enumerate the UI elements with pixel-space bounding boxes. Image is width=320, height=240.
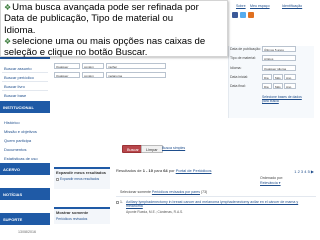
callout-line-2: Data de publicação, Tipo de material ou [4,13,174,25]
twitter-icon[interactable] [240,12,246,18]
sidebar-item-buscar-assunto[interactable]: Buscar assunto [4,66,32,71]
end-year-input[interactable]: Ano [284,83,296,89]
sidebar-item-documentos[interactable]: Documentos [4,147,26,152]
pagination[interactable]: 1 2 3 4 5 ▶ [294,169,314,174]
expand-results-option-label: Expandir meus resultados [60,177,100,181]
divider [2,81,48,82]
results-source-link[interactable]: Portal de Periódicos [176,168,212,173]
callout-line-3: Idioma. [4,24,36,36]
search-term-input-1[interactable]: mulher [106,63,166,69]
sidebar-item-historico[interactable]: Histórico [4,120,20,125]
nav-link-sobre[interactable]: Sobre [236,4,246,8]
sidebar-item-buscar-livro[interactable]: Buscar livro [4,84,25,89]
peer-reviewed-filter-link[interactable]: Periódicos revisados [54,216,110,222]
sidebar-item-estatisticas[interactable]: Estatísticas de uso [4,156,38,161]
start-day-select[interactable]: Dia [262,74,272,80]
checkbox[interactable] [116,200,119,204]
results-count: 64 [163,168,168,173]
select-databases-link[interactable]: Selecione bases de dados para busca [262,95,306,104]
language-select[interactable]: Qualquer idioma [262,65,296,71]
end-month-select[interactable]: Mês [273,83,283,89]
rss-icon[interactable] [248,12,254,18]
results-summary: Resultados de 1 - 10 para 64 por Portal … [116,168,211,173]
search-operator-select-1[interactable]: contém [82,63,104,69]
results-mid: para [154,168,163,173]
slide-date: 13/08/2016 [18,230,36,234]
start-month-select[interactable]: Mês [273,74,283,80]
start-year-input[interactable]: Ano [284,74,296,80]
result-row: 1. Axillary lymphadenectomy in breast ca… [116,196,316,224]
sidebar-heading-institucional: INSTITUCIONAL [0,101,50,113]
material-type-label: Tipo de material: [230,56,256,60]
clear-button[interactable]: Limpar [141,145,163,153]
result-title-link[interactable]: Axillary lymphadenectomy in breast cance… [126,200,311,209]
language-label: Idioma: [230,66,242,70]
show-only-title: Mostrar somente [56,210,89,215]
end-date-label: Data final: [230,84,246,88]
result-authors: Aponte Rueda, M.E.; Cárdenas, R.A.S. [126,210,184,214]
select-peer-reviewed: Selecionar somente Periódicos revisados … [120,190,207,194]
bullet-icon: ❖ [4,3,12,12]
callout-line-1: Uma busca avançada pode ser refinada por [12,2,199,13]
callout-line-5: seleção e clique no botão Buscar. [4,47,148,59]
results-prefix: Resultados de [116,168,142,173]
sidebar-item-missao[interactable]: Missão e objetivos [4,129,37,134]
select-only-label: Selecionar somente [120,190,151,194]
expand-results-box: Expandir meus resultados Expandir meus r… [54,167,110,189]
result-number: 1. [116,200,123,204]
end-day-select[interactable]: Dia [262,83,272,89]
checkbox[interactable] [56,177,59,181]
expand-results-title: Expandir meus resultados [56,170,107,175]
material-type-select[interactable]: Artigos [262,55,296,61]
search-field-select-2[interactable]: Qualquer [54,72,80,78]
nav-link-identificacao[interactable]: Identificação [282,4,302,8]
bullet-icon: ❖ [4,36,12,46]
instruction-callout: ❖Uma busca avançada pode ser refinada po… [0,0,228,59]
simple-search-link[interactable]: Busca simples [162,146,185,150]
sidebar-item-quem-participa[interactable]: Quem participa [4,138,31,143]
peer-reviewed-count: (73) [200,190,208,194]
facebook-icon[interactable] [232,12,238,18]
result-index: 1. [120,200,123,204]
sort-label: Ordenado por: [260,176,284,180]
sidebar-item-buscar-base[interactable]: Buscar base [4,93,26,98]
sidebar-heading-noticias[interactable]: NOTÍCIAS [0,188,50,200]
date-published-label: Data de publicação: [230,47,261,51]
callout-line-4: selecione uma ou mais opções nas caixas … [12,35,206,47]
results-suffix: por [168,168,175,173]
results-range: 1 - 10 [142,168,153,173]
sidebar-heading-suporte[interactable]: SUPORTE [0,213,50,225]
start-date-label: Data inicial: [230,75,249,79]
peer-reviewed-link[interactable]: Periódicos revisados por pares [152,190,200,194]
expand-results-option[interactable]: Expandir meus resultados [54,176,110,182]
sort-select[interactable]: Relevância ▾ [260,181,281,185]
sidebar-item-buscar-periodico[interactable]: Buscar periódico [4,75,34,80]
divider [2,90,48,91]
divider [2,72,48,73]
date-published-select[interactable]: Últimos 5 anos [262,46,296,52]
nav-link-meu-espaco[interactable]: Meu espaço [250,4,270,8]
sidebar-heading-acervo[interactable]: ACERVO [0,163,50,175]
search-field-select-1[interactable]: Qualquer [54,63,80,69]
search-operator-select-2[interactable]: contém [82,72,104,78]
search-term-input-2[interactable]: melanoma [106,72,166,78]
show-only-box: Mostrar somente Periódicos revisados [54,207,110,224]
